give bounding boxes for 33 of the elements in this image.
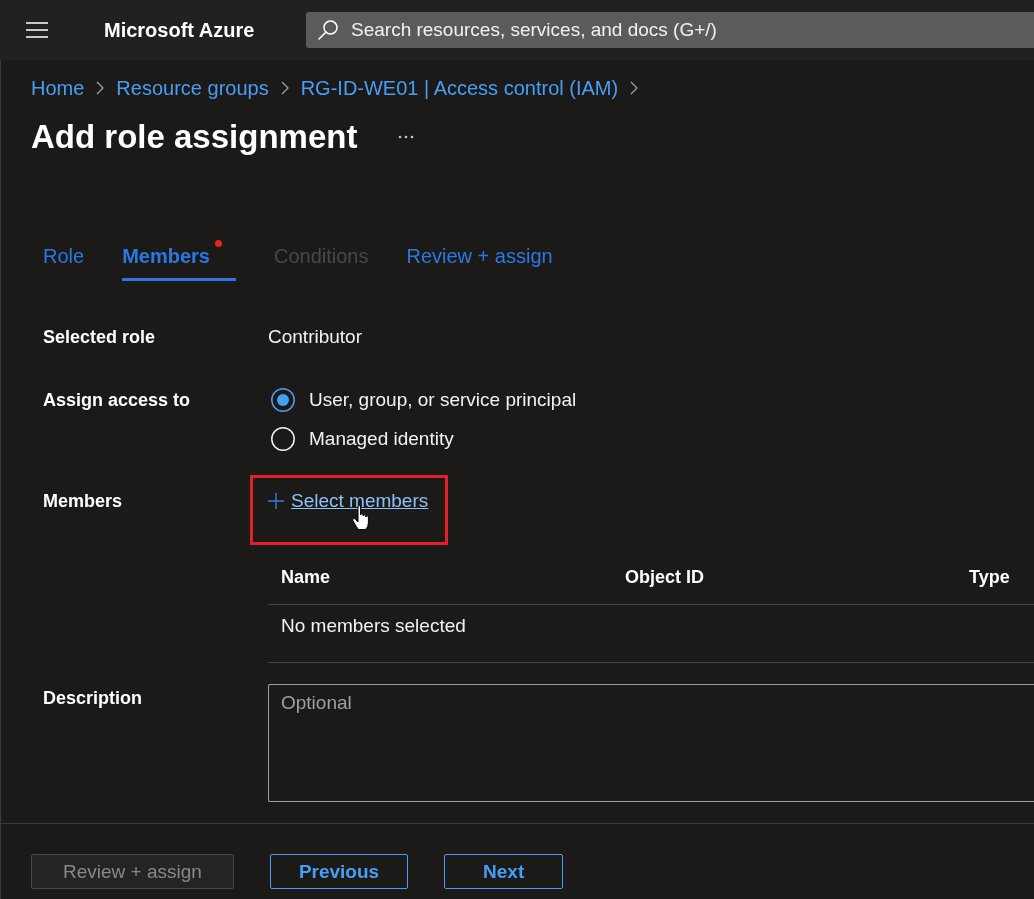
field-label: Selected role [43, 326, 156, 349]
column-header: Type [969, 566, 1010, 589]
menu-icon[interactable] [26, 22, 48, 38]
previous-button[interactable]: Previous [269, 854, 409, 889]
radio-label: Managed identity [309, 426, 454, 451]
search-field[interactable]: Search resources, services, and docs (G+/) [306, 12, 1034, 48]
field-label: Description [43, 687, 143, 710]
app-title: Microsoft Azure [104, 18, 256, 42]
breadcrumb-link[interactable]: Home [31, 74, 85, 102]
select-members-link[interactable]: Select members [268, 489, 429, 513]
breadcrumb-link[interactable]: RG-ID-WE01 | Access control (IAM) [300, 74, 619, 102]
field-label: Members [43, 490, 123, 513]
hand-cursor-icon [352, 505, 370, 531]
field-label: Assign access to [43, 389, 191, 412]
chevron-right-icon [630, 81, 639, 95]
tab[interactable]: Role [43, 242, 85, 281]
plus-icon [268, 493, 284, 509]
search-icon [318, 20, 338, 40]
column-header: Object ID [625, 566, 704, 589]
chevron-right-icon [96, 81, 105, 95]
next-button[interactable]: Next [444, 854, 564, 889]
tab[interactable]: Review + assign [406, 242, 553, 281]
more-icon[interactable] [398, 135, 415, 139]
radio-button[interactable] [271, 387, 295, 412]
radio-label: User, group, or service principal [309, 387, 577, 412]
field-value: Contributor [268, 325, 362, 349]
column-header: Name [281, 566, 331, 589]
tab[interactable]: Members [122, 242, 236, 281]
page-title: Add role assignment [31, 117, 358, 157]
chevron-right-icon [280, 81, 289, 95]
empty-table-message: No members selected [281, 615, 466, 636]
description-field[interactable]: Optional [268, 684, 1034, 802]
breadcrumb-link[interactable]: Resource groups [116, 74, 269, 102]
